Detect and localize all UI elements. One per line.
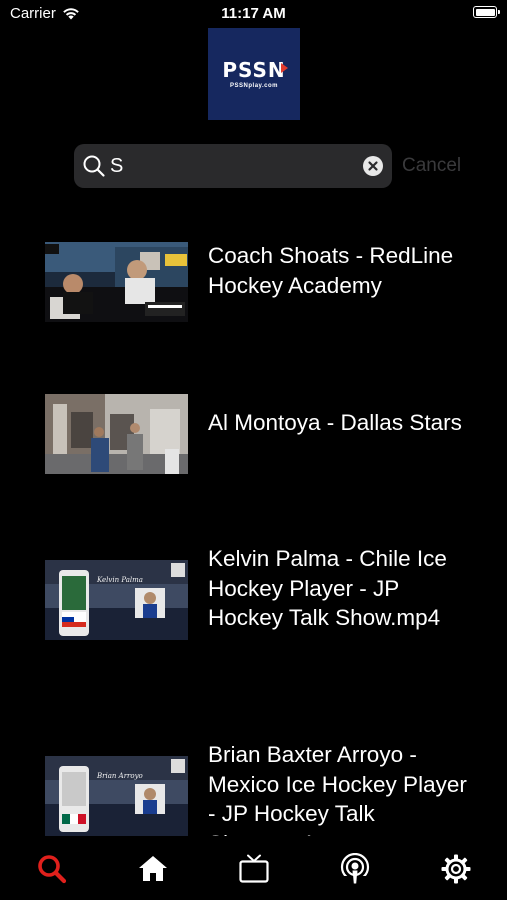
tab-bar bbox=[0, 836, 507, 900]
result-title: Al Montoya - Dallas Stars bbox=[208, 410, 462, 435]
result-thumbnail: Brian Arroyo bbox=[45, 756, 188, 836]
x-mark-icon bbox=[368, 161, 378, 171]
status-time: 11:17 AM bbox=[221, 5, 286, 22]
play-triangle-icon bbox=[280, 62, 288, 73]
magnifier-icon bbox=[83, 155, 105, 177]
result-thumbnail: Kelvin Palma bbox=[45, 560, 188, 640]
tab-podcasts[interactable] bbox=[338, 852, 372, 886]
gear-icon bbox=[441, 854, 471, 884]
status-bar: Carrier 11:17 AM bbox=[0, 0, 507, 28]
search-bar[interactable] bbox=[74, 144, 392, 188]
app-screen: Carrier 11:17 AM PSSN PSSNplay.com S Can… bbox=[0, 0, 507, 900]
home-icon bbox=[139, 856, 167, 881]
svg-text:Brian Arroyo: Brian Arroyo bbox=[96, 772, 143, 780]
logo-subtext: PSSNplay.com bbox=[230, 82, 278, 89]
result-title: Coach Shoats - RedLine Hockey Academy bbox=[208, 243, 454, 298]
tab-live-tv[interactable] bbox=[237, 852, 271, 886]
logo-wordmark: PSSN bbox=[222, 57, 288, 82]
logo-text: PSSN bbox=[222, 57, 286, 82]
tv-icon bbox=[239, 854, 269, 883]
app-logo: PSSN PSSNplay.com bbox=[208, 28, 300, 120]
clear-search-icon[interactable] bbox=[363, 156, 383, 176]
cancel-button[interactable]: Cancel bbox=[402, 155, 461, 177]
search-input[interactable] bbox=[110, 144, 350, 188]
svg-text:Kelvin Palma: Kelvin Palma bbox=[96, 576, 143, 584]
result-thumbnail bbox=[45, 394, 188, 474]
tab-search[interactable] bbox=[35, 852, 69, 886]
tab-home[interactable] bbox=[136, 852, 170, 886]
battery-icon bbox=[473, 6, 500, 18]
battery-fill bbox=[475, 8, 495, 16]
result-title: Kelvin Palma - Chile Ice Hockey Player -… bbox=[208, 546, 447, 630]
result-thumbnail bbox=[45, 242, 188, 322]
tab-settings[interactable] bbox=[439, 852, 473, 886]
podcast-icon bbox=[340, 853, 370, 885]
search-icon bbox=[38, 855, 67, 884]
